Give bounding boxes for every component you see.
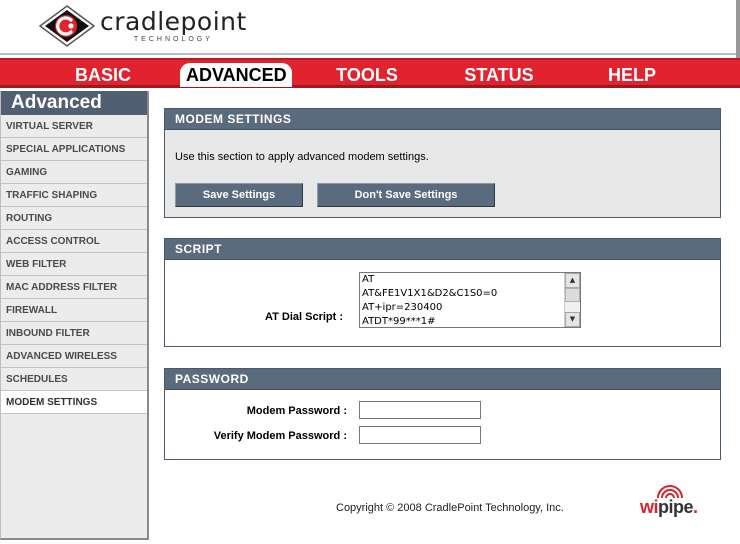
sidebar-item-firewall[interactable]: FIREWALL	[1, 299, 147, 322]
modem-settings-title: MODEM SETTINGS	[165, 109, 720, 130]
sidebar-item-traffic-shaping[interactable]: TRAFFIC SHAPING	[1, 184, 147, 207]
at-dial-script-textarea[interactable]: AT AT&FE1V1X1&D2&C1S0=0 AT+ipr=230400 AT…	[359, 272, 581, 328]
script-line: ATDT*99***1#	[362, 316, 436, 327]
verify-password-input[interactable]	[359, 426, 481, 444]
dont-save-settings-button[interactable]: Don't Save Settings	[317, 183, 495, 207]
textarea-scrollbar[interactable]: ▲ ▼	[564, 273, 580, 327]
scroll-down-icon[interactable]: ▼	[565, 312, 580, 327]
wipipe-wi: wi	[640, 497, 659, 517]
header: cradlepoint TECHNOLOGY	[0, 0, 740, 58]
script-title: SCRIPT	[165, 239, 720, 260]
save-settings-button[interactable]: Save Settings	[175, 183, 303, 207]
scroll-up-icon[interactable]: ▲	[565, 273, 580, 288]
tab-advanced[interactable]: ADVANCED	[180, 63, 292, 87]
script-panel: SCRIPT AT Dial Script : AT AT&FE1V1X1&D2…	[164, 238, 721, 347]
header-divider	[0, 53, 740, 55]
tab-status[interactable]: STATUS	[461, 64, 537, 86]
sidebar-item-modem-settings[interactable]: MODEM SETTINGS	[1, 391, 147, 414]
sidebar-item-access-control[interactable]: ACCESS CONTROL	[1, 230, 147, 253]
sidebar-item-virtual-server[interactable]: VIRTUAL SERVER	[1, 115, 147, 138]
wipipe-wordmark: wipipe.	[640, 497, 698, 518]
modem-password-label: Modem Password :	[246, 405, 347, 417]
sidebar-title: Advanced	[1, 91, 147, 115]
cradlepoint-logo-icon	[38, 4, 96, 48]
main-nav: BASIC ADVANCED TOOLS STATUS HELP	[0, 58, 740, 88]
tab-help[interactable]: HELP	[606, 64, 658, 86]
sidebar-item-inbound-filter[interactable]: INBOUND FILTER	[1, 322, 147, 345]
script-line: AT	[362, 274, 375, 285]
wipipe-pipe: pipe	[658, 497, 694, 517]
cradlepoint-logo[interactable]: cradlepoint TECHNOLOGY	[38, 4, 247, 48]
verify-password-label: Verify Modem Password :	[213, 430, 347, 442]
sidebar-item-web-filter[interactable]: WEB FILTER	[1, 253, 147, 276]
brand-name: cradlepoint	[100, 7, 247, 36]
password-panel: PASSWORD Modem Password : Verify Modem P…	[164, 368, 721, 460]
sidebar-item-special-applications[interactable]: SPECIAL APPLICATIONS	[1, 138, 147, 161]
tab-basic[interactable]: BASIC	[74, 64, 132, 86]
password-title: PASSWORD	[165, 369, 720, 390]
script-line: AT+ipr=230400	[362, 302, 443, 313]
brand-sub: TECHNOLOGY	[133, 36, 213, 43]
modem-password-input[interactable]	[359, 401, 481, 419]
copyright-text: Copyright © 2008 CradlePoint Technology,…	[336, 502, 564, 514]
scroll-thumb[interactable]	[565, 288, 580, 302]
header-edge	[736, 0, 740, 58]
sidebar-item-routing[interactable]: ROUTING	[1, 207, 147, 230]
at-dial-script-label: AT Dial Script :	[265, 311, 344, 323]
sidebar-item-mac-address-filter[interactable]: MAC ADDRESS FILTER	[1, 276, 147, 299]
tab-tools[interactable]: TOOLS	[334, 64, 400, 86]
sidebar-item-advanced-wireless[interactable]: ADVANCED WIRELESS	[1, 345, 147, 368]
sidebar-item-gaming[interactable]: GAMING	[1, 161, 147, 184]
wipipe-dot: .	[693, 497, 698, 517]
script-line: AT&FE1V1X1&D2&C1S0=0	[362, 288, 498, 299]
sidebar-item-schedules[interactable]: SCHEDULES	[1, 368, 147, 391]
wipipe-logo: wipipe.	[640, 484, 720, 524]
modem-settings-description: Use this section to apply advanced modem…	[175, 151, 429, 163]
modem-settings-panel: MODEM SETTINGS Use this section to apply…	[164, 108, 721, 218]
sidebar: Advanced VIRTUAL SERVER SPECIAL APPLICAT…	[0, 91, 149, 540]
